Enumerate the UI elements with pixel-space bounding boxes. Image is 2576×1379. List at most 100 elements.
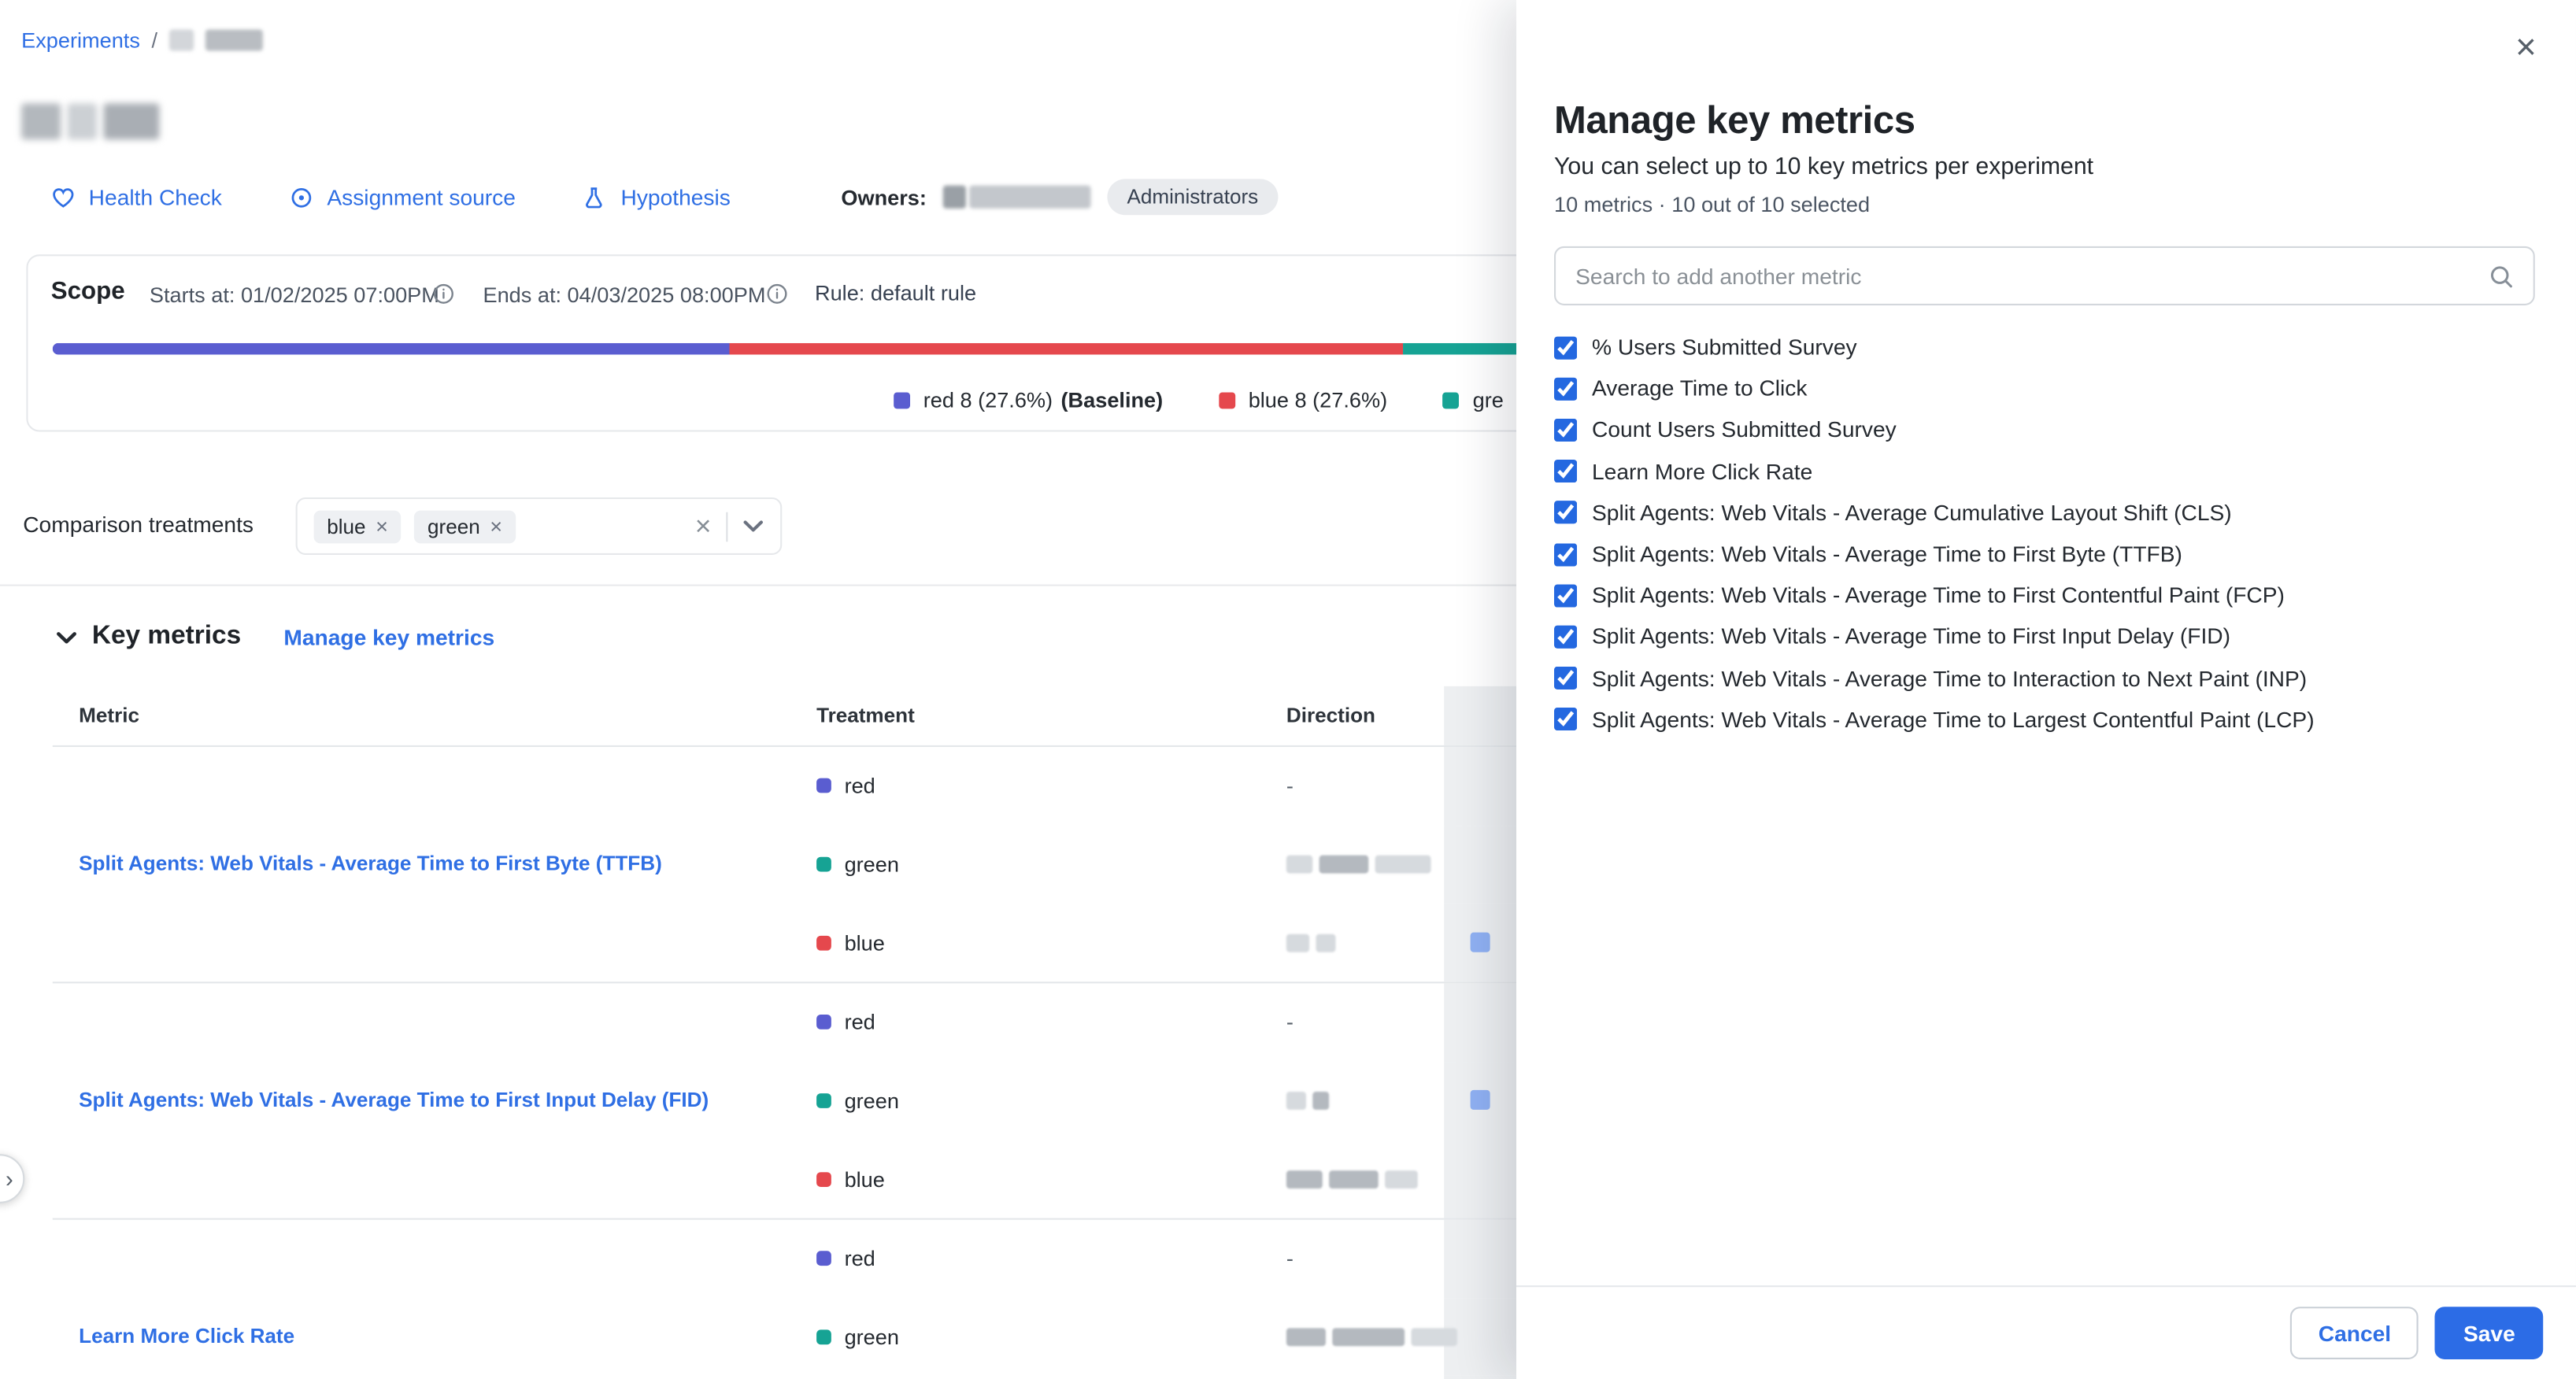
comparison-treatments-select[interactable]: blue× green× ×: [296, 497, 783, 555]
info-icon[interactable]: [432, 283, 455, 305]
redacted-block: [1329, 1170, 1379, 1188]
treatment-legend: red 8 (27.6%)(Baseline)blue 8 (27.6%)gre: [894, 387, 1504, 412]
column-header-direction: Direction: [1286, 704, 1444, 727]
treatment-chip-blue[interactable]: blue×: [314, 510, 402, 543]
metric-option-users-submitted-survey: % Users Submitted Survey: [1554, 327, 2548, 368]
metric-checkbox[interactable]: [1554, 460, 1577, 482]
select-divider: [726, 512, 727, 542]
redacted-owner-name: [943, 186, 1091, 209]
tab-health-check[interactable]: Health Check: [50, 184, 222, 210]
metric-link-split-agents-web-vitals-average-time-to-first-input-delay-fid[interactable]: Split Agents: Web Vitals - Average Time …: [79, 1087, 709, 1115]
chevron-down-icon[interactable]: [742, 519, 764, 534]
stage: Experiments / Health CheckAssignment sou…: [0, 0, 2576, 1379]
search-icon[interactable]: [2487, 263, 2515, 290]
metric-checkbox[interactable]: [1554, 419, 1577, 442]
heart-icon: [50, 184, 76, 210]
expand-sidebar-button[interactable]: ›: [0, 1154, 24, 1203]
treatment-cell: blue: [810, 904, 1286, 982]
metric-checkbox[interactable]: [1554, 542, 1577, 565]
metric-option-label: Count Users Submitted Survey: [1592, 418, 1897, 442]
treatment-cell: red: [810, 983, 1286, 1061]
legend-label: blue 8 (27.6%): [1249, 387, 1387, 412]
redacted-page-title: [21, 103, 159, 139]
metric-checkbox[interactable]: [1554, 625, 1577, 648]
highlighted-column-strip: [1444, 686, 1516, 745]
redacted-title-block: [21, 103, 61, 139]
treatment-name: red: [845, 1010, 875, 1034]
column-header-metric: Metric: [53, 704, 810, 727]
tab-label: Hypothesis: [620, 185, 730, 209]
collapse-chevron-icon[interactable]: [56, 630, 77, 645]
redacted-value: [1286, 934, 1336, 952]
metric-option-split-agents-web-vitals-average-cumulative-layout-shift-cls: Split Agents: Web Vitals - Average Cumul…: [1554, 492, 2548, 534]
info-icon[interactable]: [765, 283, 788, 305]
highlighted-column-cell: [1444, 1376, 1516, 1379]
save-button[interactable]: Save: [2435, 1307, 2543, 1359]
key-metrics-title: Key metrics: [92, 622, 241, 652]
treatment-chip-green[interactable]: green×: [414, 510, 515, 543]
treatment-dot: [816, 1015, 831, 1030]
metric-checkbox[interactable]: [1554, 667, 1577, 690]
owners-row: Owners: Administrators: [841, 176, 1278, 218]
treatment-name: red: [845, 774, 875, 798]
metric-option-label: % Users Submitted Survey: [1592, 335, 1857, 360]
metric-link-split-agents-web-vitals-average-time-to-first-byte-ttfb[interactable]: Split Agents: Web Vitals - Average Time …: [79, 850, 662, 878]
redacted-title-block: [68, 103, 98, 139]
select-controls: ×: [695, 512, 764, 542]
breadcrumb-experiments-link[interactable]: Experiments: [21, 28, 140, 52]
redacted-block: [1286, 1170, 1323, 1188]
tab-label: Assignment source: [327, 185, 516, 209]
tab-assignment-source[interactable]: Assignment source: [287, 184, 516, 210]
column-header-treatment: Treatment: [810, 704, 1286, 727]
direction-cell: [1286, 1062, 1444, 1140]
redacted-block: [1312, 1092, 1329, 1110]
metrics-count-summary: 10 metrics · 10 out of 10 selected: [1554, 192, 1870, 216]
direction-cell: [1286, 1140, 1444, 1218]
metric-option-count-users-submitted-survey: Count Users Submitted Survey: [1554, 409, 2548, 451]
legend-swatch: [1219, 391, 1235, 408]
legend-item: red 8 (27.6%)(Baseline): [894, 387, 1163, 412]
administrators-badge: Administrators: [1107, 179, 1278, 215]
metric-checkbox[interactable]: [1554, 584, 1577, 607]
treatment-dot: [816, 1093, 831, 1108]
direction-cell: -: [1286, 1220, 1444, 1298]
treatment-dot: [816, 1171, 831, 1186]
metric-search-input[interactable]: [1556, 248, 2533, 304]
tab-hypothesis[interactable]: Hypothesis: [581, 184, 730, 210]
cancel-button[interactable]: Cancel: [2290, 1307, 2419, 1359]
metric-checkbox[interactable]: [1554, 708, 1577, 731]
metric-option-split-agents-web-vitals-average-time-to-first-input-delay-fid: Split Agents: Web Vitals - Average Time …: [1554, 616, 2548, 658]
remove-chip-icon[interactable]: ×: [376, 516, 388, 537]
treatment-cell: red: [810, 1220, 1286, 1298]
close-icon[interactable]: ×: [2515, 30, 2537, 66]
metric-checkbox[interactable]: [1554, 501, 1577, 524]
metric-checkbox-list: % Users Submitted SurveyAverage Time to …: [1554, 327, 2548, 740]
direction-cell: [1286, 1376, 1444, 1379]
legend-label: red 8 (27.6%): [923, 387, 1053, 412]
treatment-bar-segment: [729, 343, 1403, 355]
direction-cell: -: [1286, 747, 1444, 825]
metric-link-learn-more-click-rate[interactable]: Learn More Click Rate: [79, 1323, 294, 1351]
key-metrics-header: Key metrics Manage key metrics: [56, 617, 494, 656]
treatment-name: red: [845, 1247, 875, 1271]
tab-label: Health Check: [89, 185, 222, 209]
metric-checkbox[interactable]: [1554, 377, 1577, 400]
highlighted-column-cell: [1444, 983, 1516, 1061]
remove-chip-icon[interactable]: ×: [490, 516, 502, 537]
direction-cell: [1286, 825, 1444, 903]
direction-cell: [1286, 1298, 1444, 1376]
clear-all-icon[interactable]: ×: [695, 512, 712, 540]
manage-metrics-drawer: × Manage key metrics You can select up t…: [1516, 0, 2576, 1379]
treatment-dot: [816, 778, 831, 793]
metric-checkbox[interactable]: [1554, 336, 1577, 359]
highlighted-column-cell: [1444, 1062, 1516, 1140]
header-tabs: Health Check Assignment source Hypothesis: [50, 177, 731, 216]
redacted-block: [1411, 1328, 1456, 1346]
redacted-breadcrumb-block: [169, 30, 194, 51]
treatment-cell: green: [810, 825, 1286, 903]
manage-key-metrics-link[interactable]: Manage key metrics: [283, 625, 494, 649]
metric-cell: Split Agents: Web Vitals - Average Time …: [53, 747, 810, 982]
drawer-title: Manage key metrics: [1554, 98, 1915, 142]
highlighted-column-cell: [1444, 904, 1516, 982]
metric-search-box: [1554, 246, 2535, 305]
